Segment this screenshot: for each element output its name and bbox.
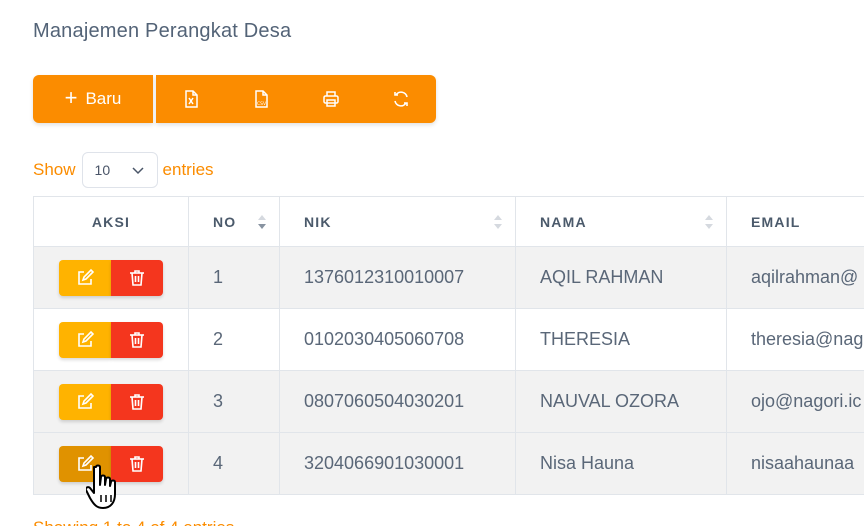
page-length-select[interactable]: 10 bbox=[81, 152, 158, 188]
edit-button[interactable] bbox=[59, 383, 111, 420]
delete-button[interactable] bbox=[111, 383, 163, 420]
delete-button[interactable] bbox=[111, 259, 163, 296]
cell-email: ojo@nagori.ic bbox=[726, 370, 864, 433]
export-button-group: CSV bbox=[156, 75, 436, 123]
table-row: 1 1376012310010007 AQIL RAHMAN aqilrahma… bbox=[33, 246, 864, 309]
cell-nama: NAUVAL OZORA bbox=[515, 370, 727, 433]
column-header-email[interactable]: EMAIL bbox=[726, 196, 864, 247]
excel-export-button[interactable] bbox=[156, 75, 226, 123]
edit-button[interactable] bbox=[59, 321, 111, 358]
csv-export-icon: CSV bbox=[255, 90, 268, 108]
edit-icon bbox=[78, 392, 95, 409]
cell-no: 2 bbox=[188, 308, 280, 371]
cell-email: aqilrahman@ bbox=[726, 246, 864, 309]
table-row: 2 0102030405060708 THERESIA theresia@nag bbox=[33, 308, 864, 371]
sort-icon bbox=[705, 215, 713, 229]
edit-icon bbox=[78, 268, 95, 285]
table-info: Showing 1 to 4 of 4 entries bbox=[33, 518, 234, 526]
actions-cell bbox=[33, 308, 189, 371]
toolbar: + Baru CSV bbox=[33, 75, 436, 123]
page-title: Manajemen Perangkat Desa bbox=[33, 20, 292, 42]
actions-cell bbox=[33, 246, 189, 309]
print-icon bbox=[323, 91, 339, 107]
new-button[interactable]: + Baru bbox=[33, 75, 153, 123]
hand-pointer-cursor-icon bbox=[86, 464, 116, 509]
print-button[interactable] bbox=[296, 75, 366, 123]
cell-nama: AQIL RAHMAN bbox=[515, 246, 727, 309]
cell-nik: 1376012310010007 bbox=[279, 246, 516, 309]
trash-icon bbox=[130, 331, 144, 348]
edit-button[interactable] bbox=[59, 259, 111, 296]
cell-nik: 0807060504030201 bbox=[279, 370, 516, 433]
table-row: 3 0807060504030201 NAUVAL OZORA ojo@nago… bbox=[33, 370, 864, 433]
table-row: 4 3204066901030001 Nisa Hauna nisaahauna… bbox=[33, 432, 864, 495]
trash-icon bbox=[130, 393, 144, 410]
column-header-no[interactable]: NO bbox=[188, 196, 280, 247]
column-header-nik[interactable]: NIK bbox=[279, 196, 516, 247]
actions-cell bbox=[33, 370, 189, 433]
csv-export-button[interactable]: CSV bbox=[226, 75, 296, 123]
excel-export-icon bbox=[185, 90, 198, 108]
edit-icon bbox=[78, 330, 95, 347]
column-header-nama[interactable]: NAMA bbox=[515, 196, 727, 247]
delete-button[interactable] bbox=[111, 321, 163, 358]
plus-icon: + bbox=[64, 85, 78, 110]
cell-email: theresia@nag bbox=[726, 308, 864, 371]
cell-email: nisaahaunaa bbox=[726, 432, 864, 495]
cell-no: 3 bbox=[188, 370, 280, 433]
refresh-icon bbox=[394, 91, 408, 107]
entries-label: entries bbox=[162, 160, 214, 179]
page-length-value: 10 bbox=[94, 162, 111, 178]
new-button-label: Baru bbox=[85, 89, 122, 108]
cell-nama: Nisa Hauna bbox=[515, 432, 727, 495]
show-label: Show bbox=[33, 160, 76, 179]
sort-desc-icon bbox=[258, 215, 266, 229]
cell-no: 4 bbox=[188, 432, 280, 495]
sort-icon bbox=[494, 215, 502, 229]
cell-no: 1 bbox=[188, 246, 280, 309]
chevron-down-icon bbox=[132, 167, 144, 175]
trash-icon bbox=[130, 269, 144, 286]
column-header-aksi: AKSI bbox=[33, 196, 189, 247]
cell-nik: 3204066901030001 bbox=[279, 432, 516, 495]
cell-nik: 0102030405060708 bbox=[279, 308, 516, 371]
svg-text:CSV: CSV bbox=[257, 101, 267, 107]
refresh-button[interactable] bbox=[366, 75, 436, 123]
cell-nama: THERESIA bbox=[515, 308, 727, 371]
perangkat-table: AKSI NO NIK NAMA EMAIL 1 137601231001000… bbox=[33, 196, 864, 495]
page-length-control: Show 10 entries bbox=[33, 152, 214, 188]
trash-icon bbox=[130, 455, 144, 472]
